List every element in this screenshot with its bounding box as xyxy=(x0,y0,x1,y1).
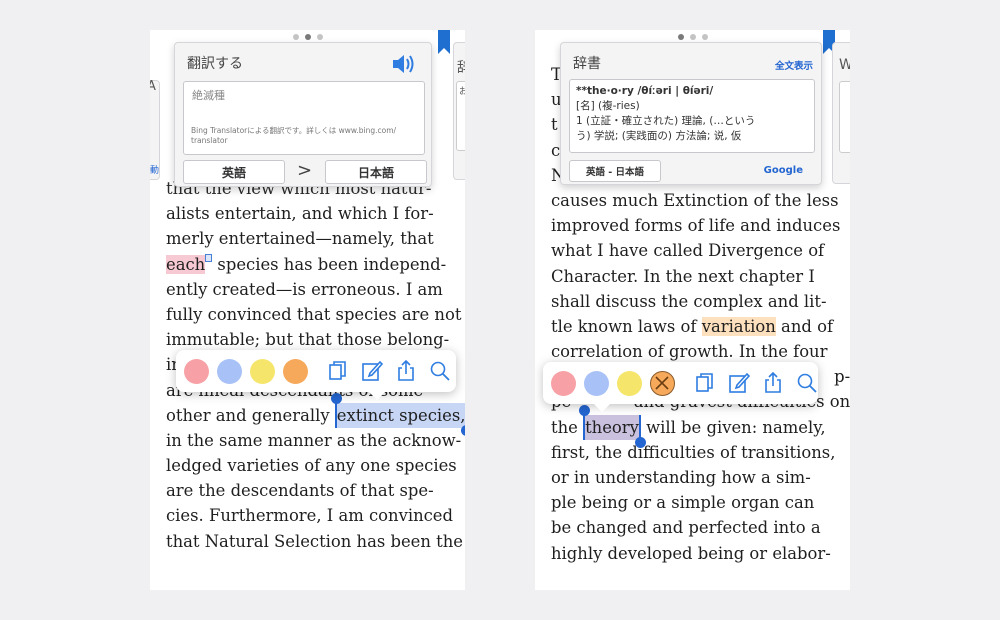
translate-direction-arrow[interactable]: > xyxy=(297,160,312,181)
text-line: alists entertain, and which I for- xyxy=(166,204,434,224)
bookmark-icon[interactable] xyxy=(438,30,450,54)
definition-line: 1 (立証・確立された) 理論, (…という xyxy=(576,115,756,127)
text-line: ledged varieties of any one species xyxy=(166,456,457,476)
highlight-orange-button[interactable] xyxy=(283,358,308,384)
text-line: be changed and perfected into a xyxy=(551,518,821,538)
attribution-text: Bing Translatorによる翻訳です。詳しくは www.bing.com… xyxy=(191,126,397,145)
highlight-red-button[interactable] xyxy=(551,370,576,396)
selection-start-handle[interactable] xyxy=(579,404,591,416)
share-icon[interactable] xyxy=(394,359,418,383)
text-line: ently created—is erroneous. I am xyxy=(166,279,443,299)
definition-line: う) 学説; (実践面の) 方法論; 说, 仮 xyxy=(576,130,742,142)
full-view-link[interactable]: 全文表示 xyxy=(775,58,813,72)
text-line: immutable; but that those belong- xyxy=(166,330,450,350)
speaker-icon[interactable] xyxy=(391,53,415,75)
highlight-orange[interactable]: variation xyxy=(701,316,776,336)
text-line: correlation of growth. In the four xyxy=(551,342,828,362)
text-line: that Natural Selection has been the xyxy=(166,531,463,551)
text-line: shall discuss the complex and lit- xyxy=(551,291,827,311)
prev-panel-peek-label: 動 xyxy=(150,166,160,176)
selection-toolbar xyxy=(176,350,456,400)
text-line: or in understanding how a sim- xyxy=(551,468,811,487)
highlight-red-button[interactable] xyxy=(184,358,209,384)
search-icon[interactable] xyxy=(795,371,819,395)
part-of-speech: [名] (複-ries) xyxy=(576,100,640,112)
text-line: tle known laws of variation and of xyxy=(551,316,834,336)
text-line: improved forms of life and induces xyxy=(551,216,841,236)
search-icon[interactable] xyxy=(428,359,452,383)
close-icon xyxy=(655,375,669,390)
text-line: in the same manner as the acknow- xyxy=(166,430,462,450)
highlight-blue-button[interactable] xyxy=(584,370,609,396)
highlight-yellow-button[interactable] xyxy=(250,358,275,384)
text-line: causes much Extinction of the less xyxy=(551,190,839,210)
text-line: Character. In the next chapter I xyxy=(551,266,815,286)
translate-panel: 翻訳する 絶滅種 Bing Translatorによる翻訳です。詳しくは www… xyxy=(174,42,432,187)
source-language-button[interactable]: 英語 xyxy=(183,160,285,184)
copy-icon[interactable] xyxy=(693,371,717,395)
highlight-yellow-button[interactable] xyxy=(617,370,642,396)
text-line: each species has been independ- xyxy=(166,253,447,274)
copy-icon[interactable] xyxy=(326,359,350,383)
highlight-blue-button[interactable] xyxy=(217,358,242,384)
next-panel-peek[interactable]: 辞 お xyxy=(453,42,465,180)
definition-box[interactable]: **the·o·ry /θíːəri | θíəri/ [名] (複-ries)… xyxy=(569,79,815,153)
text-line: are the descendants of that spe- xyxy=(166,481,434,501)
translation-text-box[interactable]: 絶滅種 Bing Translatorによる翻訳です。詳しくは www.bing… xyxy=(183,81,425,155)
text-line: cies. Furthermore, I am convinced xyxy=(166,506,454,526)
selected-text[interactable]: theory xyxy=(579,404,646,448)
remove-highlight-button[interactable] xyxy=(650,370,675,396)
right-reader-screen: W T u t c N causes much Extinction of th… xyxy=(535,30,850,590)
text-line: first, the difficulties of transitions, xyxy=(551,442,836,462)
selection-end-handle[interactable] xyxy=(634,436,646,448)
headword: **the·o·ry /θíːəri | θíəri/ xyxy=(576,85,714,97)
left-reader-screen: A 動 辞 お that the view which most natur- … xyxy=(150,30,465,590)
note-edit-icon[interactable] xyxy=(727,371,751,395)
text-line: what I have called Divergence of xyxy=(551,241,825,261)
google-link[interactable]: Google xyxy=(764,165,803,176)
share-icon[interactable] xyxy=(761,371,785,395)
selection-start-handle[interactable] xyxy=(330,392,342,404)
selection-toolbar xyxy=(543,362,819,412)
text-line: ple being or a simple organ can xyxy=(551,493,815,513)
dictionary-language-button[interactable]: 英語 - 日本語 xyxy=(569,160,661,182)
text-line: highly developed being or elabor- xyxy=(551,543,831,563)
panel-title: 辞書 xyxy=(573,56,601,72)
selected-text[interactable]: extinct species, xyxy=(330,392,465,436)
text-line: the theory will be given: namely, xyxy=(551,404,850,448)
dictionary-panel: 辞書 全文表示 **the·o·ry /θíːəri | θíəri/ [名] … xyxy=(560,42,822,185)
target-language-button[interactable]: 日本語 xyxy=(325,160,427,184)
text-line: other and generally extinct species, xyxy=(166,392,465,436)
highlight-pink[interactable]: each xyxy=(166,254,206,274)
note-edit-icon[interactable] xyxy=(360,359,384,383)
panel-title: 翻訳する xyxy=(187,56,243,72)
text-line: fully convinced that species are not xyxy=(166,304,462,324)
selection-end-handle[interactable] xyxy=(461,424,465,436)
text-line: merly entertained—namely, that xyxy=(166,229,434,249)
